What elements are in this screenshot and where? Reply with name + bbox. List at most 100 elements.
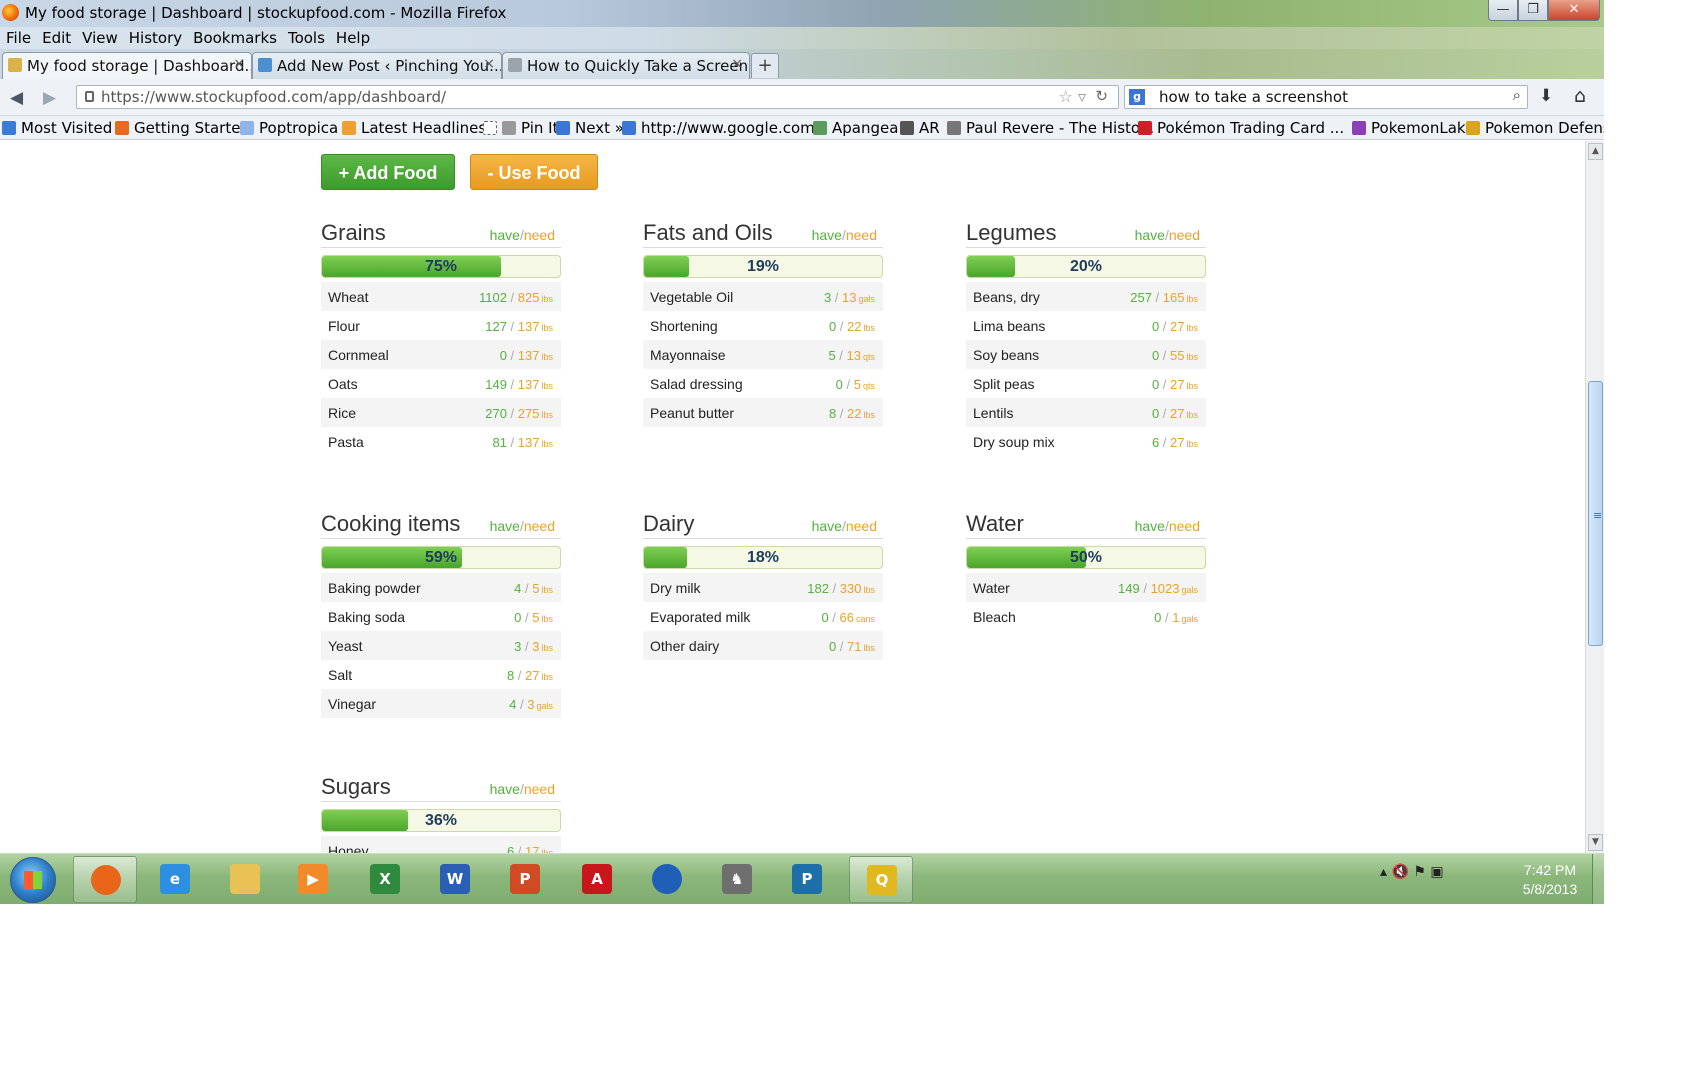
tab-dashboard[interactable]: My food storage | Dashboard... × — [2, 52, 252, 79]
tab-close-icon[interactable]: × — [233, 56, 245, 72]
page-icon — [508, 58, 522, 72]
search-icon[interactable]: ⌕ — [1513, 86, 1521, 104]
unit-label: lbs — [541, 352, 553, 362]
item-row[interactable]: Baking soda 0 / 5 lbs — [321, 602, 561, 631]
item-row[interactable]: Peanut butter 8 / 22 lbs — [643, 398, 883, 427]
add-food-button[interactable]: + Add Food — [321, 154, 455, 190]
menu-history[interactable]: History — [123, 27, 187, 49]
search-bar[interactable]: g how to take a screenshot ⌕ — [1124, 85, 1528, 109]
taskbar-media-player[interactable]: ▶ — [281, 856, 345, 903]
menu-help[interactable]: Help — [330, 27, 375, 49]
item-row[interactable]: Mayonnaise 5 / 13 qts — [643, 340, 883, 369]
tab-close-icon[interactable]: × — [483, 56, 495, 72]
close-button[interactable]: ✕ — [1548, 0, 1600, 21]
bookmark-item[interactable]: AR — [900, 119, 940, 137]
internet-explorer-icon: e — [160, 864, 190, 894]
bookmark-item[interactable]: Paul Revere - The Histo... — [947, 119, 1154, 137]
item-row[interactable]: Bleach 0 / 1 gals — [966, 602, 1206, 631]
home-icon[interactable]: ⌂ — [1574, 85, 1586, 107]
bookmark-item[interactable]: Pin It — [502, 119, 558, 137]
tab-close-icon[interactable]: × — [731, 56, 743, 72]
item-amount: 0 / 5 qts — [836, 377, 875, 392]
tab-screenshot-howto[interactable]: How to Quickly Take a Screen... × — [502, 52, 750, 79]
restore-button[interactable]: ❐ — [1518, 0, 1548, 21]
item-row[interactable]: Beans, dry 257 / 165 lbs — [966, 282, 1206, 311]
item-row[interactable]: Flour 127 / 137 lbs — [321, 311, 561, 340]
scroll-thumb[interactable]: ≡ — [1588, 381, 1603, 646]
bookmark-item[interactable]: Next » — [556, 119, 624, 137]
item-row[interactable]: Pasta 81 / 137 lbs — [321, 427, 561, 456]
url-bar[interactable]: https://www.stockupfood.com/app/dashboar… — [76, 85, 1119, 109]
scrollbar[interactable]: ▲ ≡ ▼ — [1585, 141, 1604, 853]
show-desktop-button[interactable] — [1592, 854, 1604, 904]
taskbar-chess[interactable]: ♞ — [705, 856, 769, 903]
item-row[interactable]: Shortening 0 / 22 lbs — [643, 311, 883, 340]
item-row[interactable]: Evaporated milk 0 / 66 cans — [643, 602, 883, 631]
item-row[interactable]: Oats 149 / 137 lbs — [321, 369, 561, 398]
scroll-down-icon[interactable]: ▼ — [1588, 834, 1603, 851]
taskbar-publisher[interactable]: P — [775, 856, 839, 903]
item-row[interactable]: Salad dressing 0 / 5 qts — [643, 369, 883, 398]
bookmark-item[interactable]: Poptropica — [240, 119, 338, 137]
bookmark-star-icon[interactable]: ☆ ▿ — [1059, 87, 1086, 106]
item-row[interactable]: Rice 270 / 275 lbs — [321, 398, 561, 427]
item-name: Baking soda — [328, 609, 406, 625]
item-row[interactable]: Yeast 3 / 3 lbs — [321, 631, 561, 660]
bookmark-item[interactable]: Most Visited — [2, 119, 112, 137]
reload-icon[interactable]: ↻ — [1095, 87, 1108, 105]
bookmark-item[interactable]: Pokemon Defense — [1466, 119, 1604, 137]
item-row[interactable]: Salt 8 / 27 lbs — [321, 660, 561, 689]
use-food-button[interactable]: - Use Food — [470, 154, 598, 190]
scroll-up-icon[interactable]: ▲ — [1588, 143, 1603, 160]
tab-add-new-post[interactable]: Add New Post ‹ Pinching You... × — [252, 52, 502, 79]
need-value: 825 — [517, 290, 540, 305]
bookmark-item[interactable]: Pokémon Trading Card ... — [1138, 119, 1344, 137]
bookmark-item[interactable]: Getting Started — [115, 119, 250, 137]
back-button[interactable]: ◀ — [10, 88, 23, 108]
minimize-button[interactable]: — — [1488, 0, 1518, 21]
item-row[interactable]: Honey 6 / 17 lbs — [321, 836, 561, 853]
taskbar-google-earth[interactable] — [635, 856, 699, 903]
taskbar-firefox[interactable] — [73, 856, 137, 903]
menu-tools[interactable]: Tools — [282, 27, 330, 49]
forward-button[interactable]: ▶ — [43, 88, 56, 108]
menu-file[interactable]: File — [0, 27, 36, 49]
item-row[interactable]: Dry soup mix 6 / 27 lbs — [966, 427, 1206, 456]
item-row[interactable]: Other dairy 0 / 71 lbs — [643, 631, 883, 660]
item-row[interactable]: Vegetable Oil 3 / 13 gals — [643, 282, 883, 311]
item-row[interactable]: Soy beans 0 / 55 lbs — [966, 340, 1206, 369]
taskbar-folder[interactable] — [213, 856, 277, 903]
item-row[interactable]: Baking powder 4 / 5 lbs — [321, 573, 561, 602]
bookmark-icon — [556, 121, 570, 135]
item-row[interactable]: Cornmeal 0 / 137 lbs — [321, 340, 561, 369]
clock[interactable]: 7:42 PM 5/8/2013 — [1510, 861, 1590, 899]
menu-edit[interactable]: Edit — [36, 27, 76, 49]
system-tray[interactable]: ▴ 🔇 ⚑ ▣ — [1380, 864, 1444, 880]
menu-bookmarks[interactable]: Bookmarks — [187, 27, 282, 49]
taskbar-acrobat[interactable]: A — [565, 856, 629, 903]
new-tab-button[interactable]: + — [751, 53, 779, 78]
bookmark-item[interactable]: Apangea — [813, 119, 898, 137]
menu-view[interactable]: View — [76, 27, 123, 49]
taskbar-internet-explorer[interactable]: e — [143, 856, 207, 903]
item-row[interactable]: Wheat 1102 / 825 lbs — [321, 282, 561, 311]
search-input[interactable]: how to take a screenshot — [1159, 88, 1348, 106]
bookmark-item[interactable]: http://www.google.com/ — [622, 119, 820, 137]
bookmark-item[interactable]: Latest Headlines — [342, 119, 486, 137]
taskbar-word[interactable]: W — [423, 856, 487, 903]
item-row[interactable]: Split peas 0 / 27 lbs — [966, 369, 1206, 398]
taskbar-excel[interactable]: X — [353, 856, 417, 903]
item-row[interactable]: Dry milk 182 / 330 lbs — [643, 573, 883, 602]
item-row[interactable]: Lima beans 0 / 27 lbs — [966, 311, 1206, 340]
item-name: Oats — [328, 376, 358, 392]
bookmark-item[interactable] — [483, 119, 502, 137]
bookmark-item[interactable]: PokemonLake — [1352, 119, 1474, 137]
item-row[interactable]: Water 149 / 1023 gals — [966, 573, 1206, 602]
download-icon[interactable]: ⬇ — [1539, 86, 1553, 106]
item-row[interactable]: Lentils 0 / 27 lbs — [966, 398, 1206, 427]
taskbar-quicken[interactable]: Q — [849, 856, 913, 903]
search-engine-icon[interactable]: g — [1129, 89, 1145, 105]
start-button[interactable] — [10, 857, 56, 903]
item-row[interactable]: Vinegar 4 / 3 gals — [321, 689, 561, 718]
taskbar-powerpoint[interactable]: P — [493, 856, 557, 903]
